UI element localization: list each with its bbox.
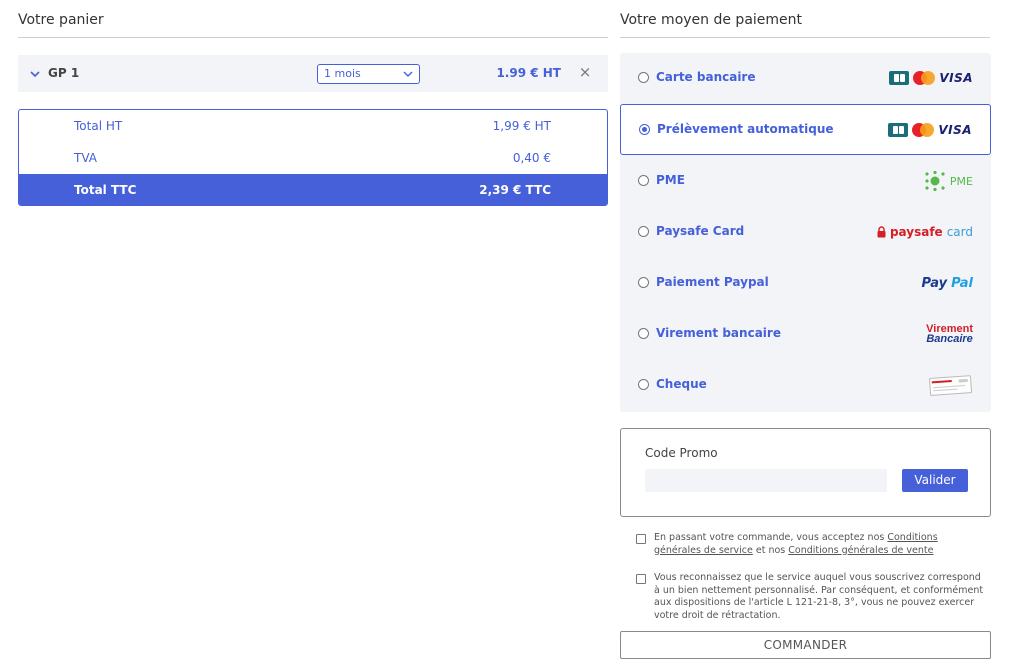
chevron-down-icon[interactable] [28,66,42,80]
cart-divider [18,37,608,38]
cb-card-icon [889,71,910,85]
paypal-pal-text: Pal [951,275,973,291]
payment-option-prelevement[interactable]: Prélèvement automatique VISA [620,104,991,155]
visa-logo: VISA [939,71,973,85]
paypal-pay-text: Pay [921,275,948,291]
retraction-consent: Vous reconnaissez que le service auquel … [636,572,992,624]
cgv-prefix: En passant votre commande, vous acceptez… [654,532,888,543]
virement-bancaire-logo: Virement Bancaire [926,323,973,345]
cgv-checkbox[interactable] [636,534,646,544]
mastercard-icon [912,123,935,137]
payment-options: Carte bancaire VISA Prélèvement automati… [620,53,991,412]
card-logos: VISA [889,67,973,89]
paysafe-text: paysafe [889,225,943,239]
paysafecard-logo: paysafe card [877,221,973,243]
payment-option-label: Prélèvement automatique [657,122,834,136]
cheque-logo [929,374,973,396]
mastercard-icon [913,71,936,85]
payment-option-label: Cheque [656,377,707,391]
radio-button[interactable] [638,379,649,390]
payment-divider [620,37,990,38]
validate-promo-button[interactable]: Valider [902,469,968,492]
remove-item-button[interactable]: × [578,64,592,80]
totals-table: Total HT 1,99 € HT TVA 0,40 € Total TTC … [18,109,608,206]
total-ht-value: 1,99 € HT [492,119,551,133]
cgv-consent: En passant votre commande, vous acceptez… [636,532,992,560]
cgv-mid: et nos [752,544,789,556]
duration-select-value: 1 mois [324,67,361,80]
pme-logo-text: PME [949,174,973,188]
payment-option-virement[interactable]: Virement bancaire Virement Bancaire [620,309,991,360]
radio-button[interactable] [638,175,649,186]
total-ttc-row: Total TTC 2,39 € TTC [19,174,607,205]
payment-option-cheque[interactable]: Cheque [620,360,991,411]
total-ht-row: Total HT 1,99 € HT [19,110,607,141]
payment-option-label: Virement bancaire [656,326,781,340]
duration-select[interactable]: 1 mois [317,64,420,84]
radio-button[interactable] [638,72,649,83]
cart-item-name: GP 1 [48,66,80,80]
payment-option-paypal[interactable]: Paiement Paypal Pay Pal [620,258,991,309]
payment-option-label: PME [656,173,685,187]
radio-button-selected[interactable] [639,124,650,135]
paysafe-card-text: card [946,225,973,239]
pme-logo: PME [924,170,973,192]
tva-value: 0,40 € [512,151,551,165]
promo-code-panel: Code Promo Valider [620,428,991,517]
total-ht-label: Total HT [74,119,123,133]
radio-button[interactable] [638,277,649,288]
lock-icon [877,226,886,238]
total-ttc-value: 2,39 € TTC [479,183,551,197]
radio-button[interactable] [638,226,649,237]
total-ttc-label: Total TTC [74,183,137,197]
retraction-text: Vous reconnaissez que le service auquel … [654,572,984,621]
tva-row: TVA 0,40 € [19,142,607,173]
promo-code-input[interactable] [645,469,887,492]
paypal-logo: Pay Pal [922,272,973,294]
retraction-checkbox[interactable] [636,574,646,584]
bancaire-logo-text: Bancaire [926,333,973,345]
promo-code-title: Code Promo [645,446,718,460]
payment-option-paysafe[interactable]: Paysafe Card paysafe card [620,207,991,258]
radio-button[interactable] [638,328,649,339]
card-logos: VISA [888,119,972,141]
chevron-down-icon [403,71,413,77]
visa-logo: VISA [938,123,972,137]
cart-item-price: 1.99 € HT [496,66,561,80]
payment-option-label: Carte bancaire [656,70,756,84]
payment-option-pme[interactable]: PME PME [620,156,991,207]
cart-item: GP 1 1 mois 1.99 € HT × [18,55,608,92]
order-button[interactable]: COMMANDER [620,631,991,659]
payment-option-carte-bancaire[interactable]: Carte bancaire VISA [620,53,991,104]
cb-card-icon [888,123,909,137]
pme-dots-icon [925,170,945,192]
cgv-link[interactable]: Conditions générales de vente [788,545,933,556]
cart-title: Votre panier [18,12,104,28]
cgv-consent-text: En passant votre commande, vous acceptez… [654,532,984,557]
payment-option-label: Paysafe Card [656,224,745,238]
tva-label: TVA [74,151,97,165]
payment-option-label: Paiement Paypal [656,275,769,289]
payment-title: Votre moyen de paiement [620,12,803,28]
cheque-icon [929,375,973,396]
